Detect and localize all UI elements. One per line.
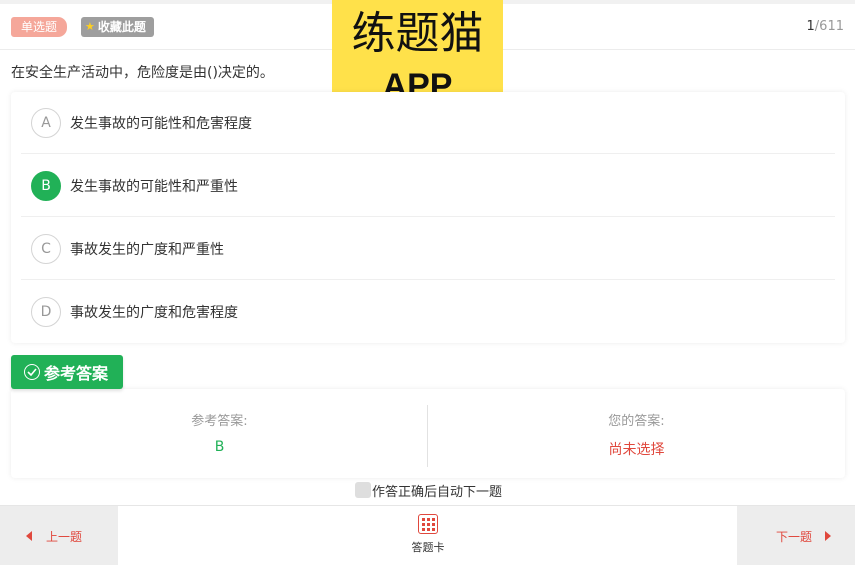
progress-counter: 1/611 <box>807 19 844 34</box>
your-answer-label: 您的答案: <box>608 414 665 429</box>
option-letter: D <box>31 297 61 327</box>
option-d[interactable]: D 事故发生的广度和危害程度 <box>21 281 835 343</box>
star-icon: ★ <box>85 20 95 33</box>
progress-total: /611 <box>814 19 844 34</box>
answer-card-button[interactable]: 答题卡 <box>398 512 458 560</box>
answer-card-label: 答题卡 <box>411 541 445 554</box>
reference-answer-block: 参考答案: B <box>11 389 428 478</box>
auto-next-toggle[interactable]: 作答正确后自动下一题 <box>355 481 503 500</box>
arrow-right-icon <box>825 531 831 541</box>
your-answer-block: 您的答案: 尚未选择 <box>428 389 845 478</box>
arrow-left-icon <box>26 531 32 541</box>
option-c[interactable]: C 事故发生的广度和严重性 <box>21 218 835 280</box>
option-a[interactable]: A 发生事故的可能性和危害程度 <box>21 92 835 154</box>
option-letter: C <box>31 233 61 264</box>
bottom-nav-bar: 上一题 答题卡 下一题 <box>0 505 855 565</box>
answer-card: 参考答案: B 您的答案: 尚未选择 <box>11 389 845 478</box>
option-text: 事故发生的广度和严重性 <box>70 241 224 258</box>
answer-section-title: 参考答案 <box>44 364 109 383</box>
prev-question-button[interactable]: 上一题 <box>0 506 118 565</box>
reference-answer-label: 参考答案: <box>191 414 248 429</box>
check-circle-icon <box>24 364 40 380</box>
option-letter: B <box>31 170 61 201</box>
prev-question-label: 上一题 <box>46 529 83 544</box>
next-question-label: 下一题 <box>775 529 812 544</box>
banner-title: 练题猫 <box>351 8 484 59</box>
auto-next-label: 作答正确后自动下一题 <box>372 484 503 500</box>
question-text: 在安全生产活动中，危险度是由()决定的。 <box>11 65 274 81</box>
option-b[interactable]: B 发生事故的可能性和严重性 <box>21 155 835 217</box>
your-answer-value: 尚未选择 <box>608 442 665 458</box>
progress-current: 1 <box>806 19 815 34</box>
favorite-button[interactable]: ★ 收藏此题 <box>81 17 154 37</box>
option-letter: A <box>31 107 61 138</box>
grid-icon <box>418 514 438 534</box>
question-type-tag: 单选题 <box>11 17 68 37</box>
option-text: 事故发生的广度和危害程度 <box>70 305 238 321</box>
auto-next-checkbox[interactable] <box>355 482 371 498</box>
reference-answer-value: B <box>214 439 225 455</box>
favorite-label: 收藏此题 <box>97 20 146 34</box>
options-list: A 发生事故的可能性和危害程度 B 发生事故的可能性和严重性 C 事故发生的广度… <box>11 92 845 343</box>
option-text: 发生事故的可能性和严重性 <box>70 178 238 195</box>
next-question-button[interactable]: 下一题 <box>737 506 855 565</box>
option-text: 发生事故的可能性和危害程度 <box>70 115 252 132</box>
answer-section-label: 参考答案 <box>11 355 123 389</box>
